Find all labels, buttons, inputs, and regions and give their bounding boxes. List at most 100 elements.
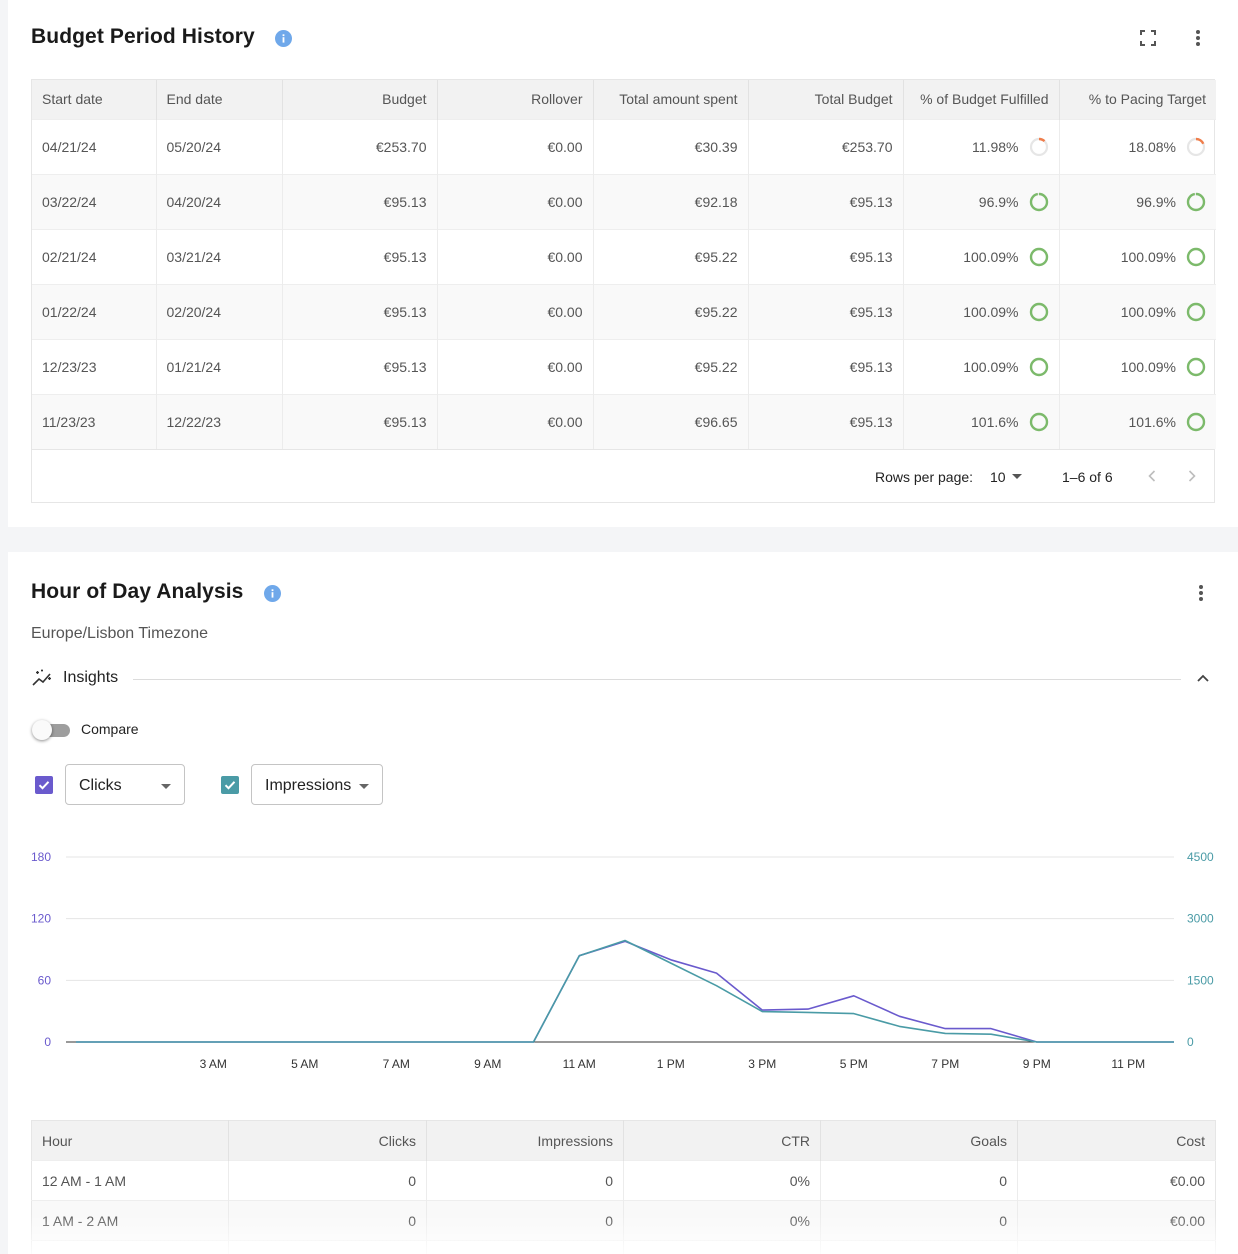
y-left-tick-label: 180 xyxy=(31,850,51,864)
cell-end-date: 01/21/24 xyxy=(156,338,283,394)
impressions-checkbox[interactable] xyxy=(221,776,239,794)
table-row: 1 AM - 2 AM 0 0 0% 0 €0.00 xyxy=(31,1200,1216,1241)
cell-total-budget: €253.70 xyxy=(748,118,904,174)
table-row: 02/21/24 03/21/24 €95.13 €0.00 €95.22 €95.13 1… xyxy=(32,228,1216,284)
more-vert-icon[interactable] xyxy=(1189,581,1213,605)
cell-rollover: €0.00 xyxy=(437,393,594,449)
pacing-value: 100.09% xyxy=(1120,303,1176,320)
impressions-metric-select[interactable]: Impressions xyxy=(251,764,383,805)
y-right-tick-label: 1500 xyxy=(1187,973,1214,987)
x-tick-label: 9 PM xyxy=(1023,1057,1051,1071)
series-line-clicks xyxy=(76,940,1174,1043)
progress-ring-icon xyxy=(1186,302,1206,321)
cell-start-date: 04/21/24 xyxy=(32,118,157,174)
rows-per-page-select[interactable]: 10 xyxy=(990,469,1006,485)
column-header-clicks[interactable]: Clicks xyxy=(228,1120,427,1161)
column-header-goals[interactable]: Goals xyxy=(820,1120,1018,1161)
x-tick-label: 7 PM xyxy=(931,1057,959,1071)
cell-total-spent: €95.22 xyxy=(593,228,749,284)
x-tick-label: 3 AM xyxy=(200,1057,227,1071)
caret-down-icon[interactable] xyxy=(1012,474,1022,479)
caret-down-icon xyxy=(161,784,171,789)
cell-budget-fulfilled: 100.09% xyxy=(903,228,1060,284)
cell-budget: €95.13 xyxy=(282,338,438,394)
progress-ring-icon xyxy=(1029,137,1048,156)
cell-cost xyxy=(1017,1240,1216,1254)
compare-toggle[interactable] xyxy=(32,720,72,740)
progress-ring-icon xyxy=(1029,302,1048,321)
check-icon xyxy=(224,781,236,790)
cell-goals xyxy=(820,1240,1018,1254)
cell-rollover: €0.00 xyxy=(437,228,594,284)
x-tick-label: 1 PM xyxy=(657,1057,685,1071)
cell-total-budget: €95.13 xyxy=(748,338,904,394)
info-icon[interactable] xyxy=(264,585,281,602)
x-tick-label: 7 AM xyxy=(383,1057,410,1071)
cell-budget-fulfilled: 96.9% xyxy=(903,173,1060,229)
x-tick-label: 3 PM xyxy=(748,1057,776,1071)
column-header-impressions[interactable]: Impressions xyxy=(426,1120,624,1161)
cell-clicks xyxy=(228,1240,427,1254)
hour-analysis-card: Hour of Day Analysis Europe/Lisbon Timez… xyxy=(8,552,1238,1254)
pacing-value: 96.9% xyxy=(1136,193,1176,210)
cell-total-budget: €95.13 xyxy=(748,393,904,449)
chevron-up-icon[interactable] xyxy=(1195,670,1211,691)
pagination-bar: Rows per page: 10 1–6 of 6 xyxy=(32,449,1214,502)
cell-rollover: €0.00 xyxy=(437,338,594,394)
clicks-checkbox[interactable] xyxy=(35,776,53,794)
budget-history-table-container: Start date End date Budget Rollover Tota… xyxy=(31,79,1216,503)
column-header-total-spent[interactable]: Total amount spent xyxy=(593,80,749,119)
cell-pacing-target: 18.08% xyxy=(1059,118,1216,174)
chevron-left-icon[interactable] xyxy=(1140,464,1164,488)
insights-section-header[interactable]: Insights xyxy=(31,668,1215,690)
series-line-impressions xyxy=(76,939,1174,1043)
progress-ring-icon xyxy=(1186,357,1206,376)
chevron-right-icon[interactable] xyxy=(1180,464,1204,488)
pacing-value: 100.09% xyxy=(1120,248,1176,265)
column-header-pacing-target[interactable]: % to Pacing Target xyxy=(1059,80,1216,119)
cell-pacing-target: 96.9% xyxy=(1059,173,1216,229)
progress-ring-icon xyxy=(1186,247,1206,266)
cell-budget: €253.70 xyxy=(282,118,438,174)
cell-budget: €95.13 xyxy=(282,393,438,449)
x-tick-label: 5 AM xyxy=(291,1057,318,1071)
info-icon[interactable] xyxy=(275,30,292,47)
table-row: 04/21/24 05/20/24 €253.70 €0.00 €30.39 €253.7… xyxy=(32,118,1216,174)
y-right-tick-label: 0 xyxy=(1187,1035,1194,1049)
cell-clicks: 0 xyxy=(228,1200,427,1241)
hour-analysis-title: Hour of Day Analysis xyxy=(31,580,244,603)
compare-toggle-knob xyxy=(32,720,52,740)
progress-ring-icon xyxy=(1029,412,1048,431)
column-header-end-date[interactable]: End date xyxy=(156,80,283,119)
cell-goals: 0 xyxy=(820,1160,1018,1201)
column-header-cost[interactable]: Cost xyxy=(1017,1120,1216,1161)
y-left-tick-label: 60 xyxy=(38,973,52,987)
column-header-hour[interactable]: Hour xyxy=(31,1120,229,1161)
cell-total-spent: €96.65 xyxy=(593,393,749,449)
table-row: 11/23/23 12/22/23 €95.13 €0.00 €96.65 €95.13 1… xyxy=(32,393,1216,449)
cell-start-date: 02/21/24 xyxy=(32,228,157,284)
cell-budget: €95.13 xyxy=(282,173,438,229)
column-header-ctr[interactable]: CTR xyxy=(623,1120,821,1161)
cell-hour: 1 AM - 2 AM xyxy=(31,1200,229,1241)
cell-budget-fulfilled: 100.09% xyxy=(903,283,1060,339)
column-header-budget-fulfilled[interactable]: % of Budget Fulfilled xyxy=(903,80,1060,119)
cell-rollover: €0.00 xyxy=(437,173,594,229)
cell-pacing-target: 100.09% xyxy=(1059,283,1216,339)
column-header-budget[interactable]: Budget xyxy=(282,80,438,119)
insights-sparkle-icon xyxy=(31,668,55,693)
column-header-total-budget[interactable]: Total Budget xyxy=(748,80,904,119)
timezone-label: Europe/Lisbon Timezone xyxy=(31,625,208,642)
cell-clicks: 0 xyxy=(228,1160,427,1201)
column-header-rollover[interactable]: Rollover xyxy=(437,80,594,119)
table-header-row: Hour Clicks Impressions CTR Goals Cost xyxy=(31,1120,1216,1161)
cell-cost: €0.00 xyxy=(1017,1160,1216,1201)
fullscreen-icon[interactable] xyxy=(1136,26,1160,50)
fulfilled-value: 101.6% xyxy=(971,413,1019,430)
clicks-metric-select[interactable]: Clicks xyxy=(65,764,185,805)
cell-pacing-target: 100.09% xyxy=(1059,228,1216,284)
cell-total-spent: €95.22 xyxy=(593,283,749,339)
cell-total-spent: €92.18 xyxy=(593,173,749,229)
column-header-start-date[interactable]: Start date xyxy=(32,80,157,119)
more-vert-icon[interactable] xyxy=(1186,26,1210,50)
